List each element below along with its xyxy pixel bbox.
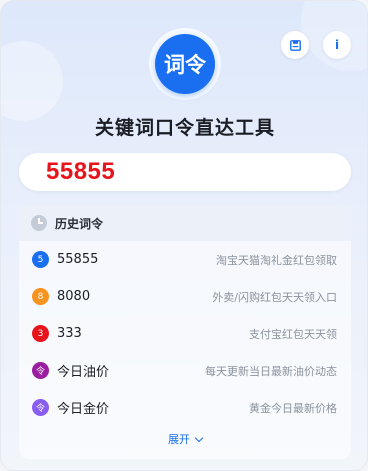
- background-decoration: [1, 41, 63, 121]
- info-button[interactable]: i: [323, 31, 351, 59]
- search-input[interactable]: 55855: [19, 153, 351, 191]
- app-frame: 词令 i 关键词口令直达工具 55855 历史词令 5 55855 淘宝天猫淘礼…: [0, 0, 368, 471]
- history-item-desc: 淘宝天猫淘礼金红包领取: [216, 253, 337, 267]
- history-item-badge: 5: [32, 251, 49, 268]
- expand-label: 展开: [168, 433, 190, 446]
- save-icon: [289, 39, 301, 51]
- save-button[interactable]: [281, 31, 309, 59]
- history-item-code: 今日油价: [57, 365, 110, 380]
- info-icon: i: [334, 38, 340, 52]
- logo-ring: 词令: [149, 28, 221, 100]
- expand-button[interactable]: 展开: [19, 431, 351, 447]
- history-item-333[interactable]: 3 333 支付宝红包天天领: [19, 315, 351, 352]
- history-item-desc: 每天更新当日最新油价动态: [205, 364, 337, 378]
- app-logo: 词令: [155, 34, 215, 94]
- history-item-desc: 黄金今日最新价格: [249, 401, 337, 415]
- history-item-code: 8080: [57, 289, 91, 304]
- history-item-badge: 8: [32, 288, 49, 305]
- history-item-desc: 支付宝红包天天领: [249, 327, 337, 341]
- history-item-8080[interactable]: 8 8080 外卖/闪购红包天天领入口: [19, 278, 351, 315]
- history-item-55855[interactable]: 5 55855 淘宝天猫淘礼金红包领取: [19, 241, 351, 278]
- clock-icon: [31, 215, 47, 231]
- history-title: 历史词令: [55, 216, 104, 231]
- chevron-down-icon: [194, 433, 204, 442]
- history-item-badge: 令: [32, 399, 49, 416]
- history-item-code: 今日金价: [57, 402, 110, 417]
- search-input-value: 55855: [46, 158, 116, 185]
- history-item-badge: 3: [32, 325, 49, 342]
- page-title: 关键词口令直达工具: [94, 117, 275, 139]
- history-header: 历史词令: [19, 205, 351, 241]
- history-item-badge: 令: [32, 362, 49, 379]
- history-item-code: 55855: [57, 252, 99, 267]
- history-item-oil-price[interactable]: 令 今日油价 每天更新当日最新油价动态: [19, 352, 351, 389]
- history-panel: 历史词令 5 55855 淘宝天猫淘礼金红包领取 8 8080 外卖/闪购红包天…: [19, 205, 351, 459]
- history-item-gold-price[interactable]: 令 今日金价 黄金今日最新价格: [19, 389, 351, 426]
- history-item-desc: 外卖/闪购红包天天领入口: [212, 290, 337, 304]
- history-item-code: 333: [57, 326, 82, 341]
